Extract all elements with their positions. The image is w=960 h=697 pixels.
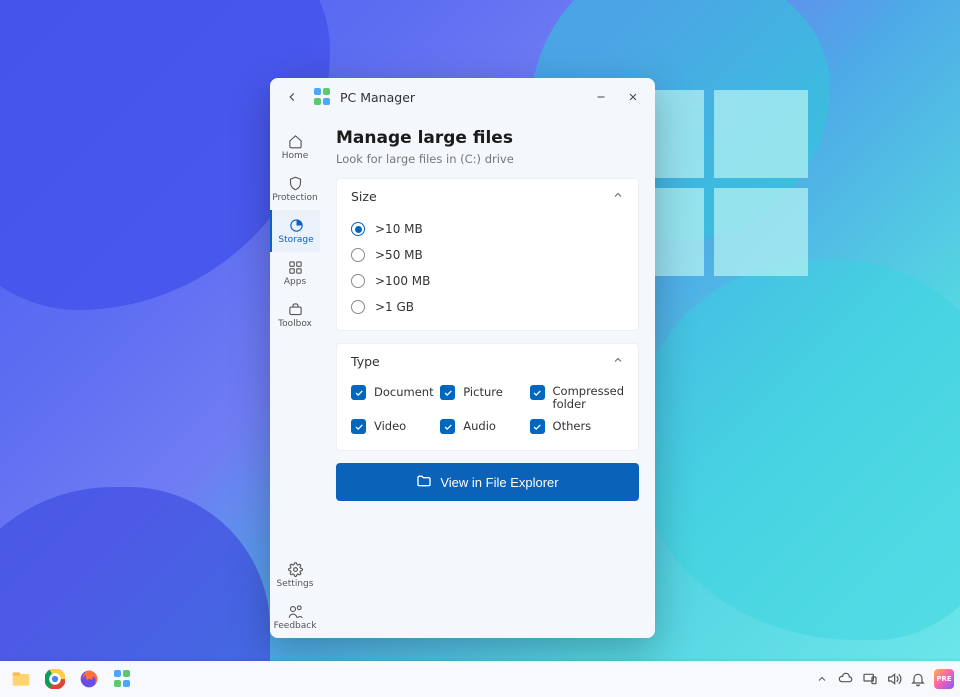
gear-icon	[287, 561, 303, 577]
sidebar-item-home[interactable]: Home	[270, 126, 320, 168]
type-card-header[interactable]: Type	[337, 344, 638, 379]
back-button[interactable]	[276, 82, 308, 112]
checkbox-icon	[440, 419, 455, 434]
pc-manager-logo-icon	[314, 88, 332, 106]
type-option-label: Audio	[463, 419, 496, 433]
checkbox-icon	[351, 385, 366, 400]
type-option-picture[interactable]: Picture	[440, 385, 523, 411]
checkbox-icon	[440, 385, 455, 400]
taskbar-chrome[interactable]	[40, 664, 70, 694]
app-title: PC Manager	[340, 90, 585, 105]
checkbox-icon	[351, 419, 366, 434]
checkbox-icon	[530, 385, 545, 400]
sidebar-item-protection[interactable]: Protection	[270, 168, 320, 210]
radio-icon	[351, 274, 365, 288]
toolbox-icon	[287, 301, 303, 317]
desktop: PC Manager Home Protection	[0, 0, 960, 697]
type-option-document[interactable]: Document	[351, 385, 434, 411]
type-card: Type Document Picture	[336, 343, 639, 451]
checkbox-icon	[530, 419, 545, 434]
size-option-label: >10 MB	[375, 222, 423, 236]
titlebar[interactable]: PC Manager	[270, 78, 655, 116]
size-option-label: >100 MB	[375, 274, 430, 288]
sidebar: Home Protection Storage Apps Toolbox	[270, 116, 320, 638]
sidebar-item-label: Settings	[277, 579, 314, 589]
size-option-100mb[interactable]: >100 MB	[351, 268, 624, 294]
apps-icon	[287, 259, 303, 275]
folder-icon	[416, 473, 432, 492]
taskbar-pc-manager[interactable]	[108, 664, 138, 694]
button-label: View in File Explorer	[440, 475, 558, 490]
type-option-others[interactable]: Others	[530, 419, 624, 434]
sidebar-item-apps[interactable]: Apps	[270, 252, 320, 294]
type-title: Type	[351, 354, 380, 369]
wallpaper-shape	[640, 260, 960, 640]
size-option-10mb[interactable]: >10 MB	[351, 216, 624, 242]
tray-chevron-icon[interactable]	[814, 671, 830, 687]
type-option-video[interactable]: Video	[351, 419, 434, 434]
radio-icon	[351, 222, 365, 236]
feedback-icon	[287, 603, 303, 619]
size-option-label: >50 MB	[375, 248, 423, 262]
taskbar-firefox[interactable]	[74, 664, 104, 694]
size-option-1gb[interactable]: >1 GB	[351, 294, 624, 320]
tray-onedrive-icon[interactable]	[838, 671, 854, 687]
sidebar-item-feedback[interactable]: Feedback	[270, 596, 320, 638]
sidebar-item-label: Storage	[278, 235, 313, 245]
size-card-header[interactable]: Size	[337, 179, 638, 214]
taskbar-file-explorer[interactable]	[6, 664, 36, 694]
page-subtitle: Look for large files in (C:) drive	[336, 152, 639, 166]
close-button[interactable]	[617, 82, 649, 112]
storage-icon	[288, 217, 304, 233]
type-option-label: Document	[374, 385, 434, 399]
sidebar-item-label: Home	[282, 151, 309, 161]
sidebar-item-label: Feedback	[274, 621, 317, 631]
type-option-label: Video	[374, 419, 406, 433]
tray-dev-badge[interactable]: PRE	[934, 669, 954, 689]
main-content: Manage large files Look for large files …	[320, 116, 655, 638]
sidebar-item-label: Apps	[284, 277, 306, 287]
home-icon	[287, 133, 303, 149]
tray-devices-icon[interactable]	[862, 671, 878, 687]
size-title: Size	[351, 189, 377, 204]
chevron-up-icon	[612, 354, 624, 369]
chevron-up-icon	[612, 189, 624, 204]
tray-notifications-icon[interactable]	[910, 671, 926, 687]
sidebar-item-storage[interactable]: Storage	[270, 210, 320, 252]
type-option-audio[interactable]: Audio	[440, 419, 523, 434]
sidebar-item-toolbox[interactable]: Toolbox	[270, 294, 320, 336]
tray-volume-icon[interactable]	[886, 671, 902, 687]
size-option-label: >1 GB	[375, 300, 414, 314]
sidebar-item-label: Toolbox	[278, 319, 312, 329]
type-option-compressed[interactable]: Compressed folder	[530, 385, 624, 411]
pc-manager-window: PC Manager Home Protection	[270, 78, 655, 638]
radio-icon	[351, 248, 365, 262]
system-tray: PRE	[814, 669, 954, 689]
radio-icon	[351, 300, 365, 314]
shield-icon	[287, 175, 303, 191]
size-card: Size >10 MB >50 MB	[336, 178, 639, 331]
sidebar-item-settings[interactable]: Settings	[270, 554, 320, 596]
minimize-button[interactable]	[585, 82, 617, 112]
taskbar: PRE	[0, 661, 960, 697]
type-option-label: Others	[553, 419, 592, 433]
size-option-50mb[interactable]: >50 MB	[351, 242, 624, 268]
page-title: Manage large files	[336, 128, 639, 148]
sidebar-item-label: Protection	[272, 193, 318, 203]
view-in-file-explorer-button[interactable]: View in File Explorer	[336, 463, 639, 501]
type-option-label: Picture	[463, 385, 503, 399]
type-option-label: Compressed folder	[553, 385, 624, 411]
